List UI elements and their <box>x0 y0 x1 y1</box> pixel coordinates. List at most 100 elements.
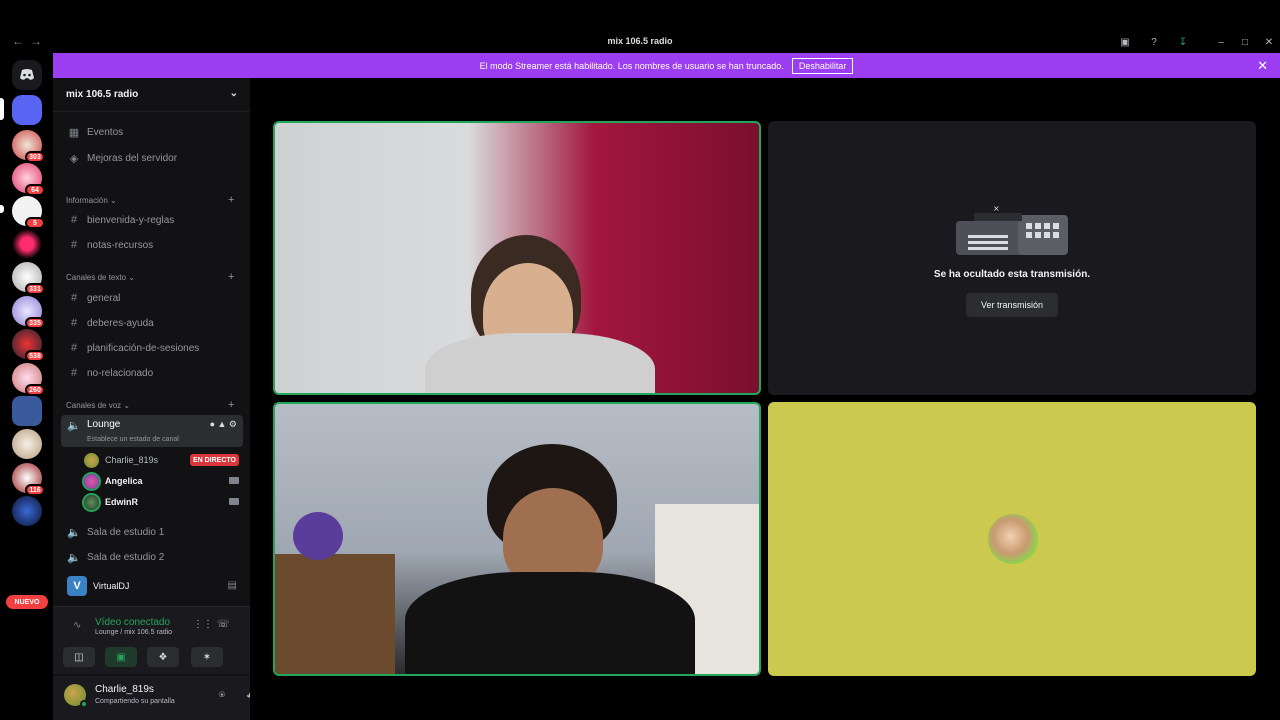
audio-tile-charlie[interactable] <box>768 402 1256 676</box>
voice-channel-sala-2[interactable]: 🔈 Sala de estudio 2 <box>61 546 243 568</box>
camera-icon <box>229 498 239 505</box>
streamer-mode-banner: El modo Streamer está habilitado. Los no… <box>53 53 1280 78</box>
disable-streamer-button[interactable]: Deshabilitar <box>791 57 854 74</box>
voice-channel-sala-1[interactable]: 🔈 Sala de estudio 1 <box>61 521 243 543</box>
voice-channel-lounge[interactable]: 🔈 Lounge ● ▲ ⚙ Establece un estado de ca… <box>61 415 243 447</box>
chevron-down-icon: ⌄ <box>229 88 238 99</box>
server-icon[interactable] <box>12 396 42 426</box>
channel-label: notas-recursos <box>87 239 154 251</box>
share-screen-icon: ▣ <box>116 651 126 663</box>
channel-actions[interactable]: ● ▲ ⚙ <box>210 419 237 430</box>
server-icon[interactable] <box>12 429 42 459</box>
add-channel-icon[interactable]: + <box>228 194 234 206</box>
signal-icon[interactable]: ∿ <box>73 620 81 631</box>
download-icon[interactable]: ↧ <box>1177 36 1189 48</box>
close-icon[interactable]: ✕ <box>1257 58 1268 74</box>
server-icon[interactable]: 538 <box>12 329 45 362</box>
server-rail: 303 64 5 331 335 538 260 116 NUEVO <box>0 53 53 720</box>
boost-icon: ◈ <box>69 152 79 165</box>
channel-label: deberes-ayuda <box>87 317 154 329</box>
voice-user-edwinr[interactable]: EdwinR <box>84 492 239 512</box>
voice-user-angelica[interactable]: Angelica <box>84 471 239 491</box>
video-tile-edwinr[interactable] <box>273 402 761 676</box>
close-window-icon[interactable]: ✕ <box>1263 36 1275 48</box>
server-icon[interactable] <box>12 496 42 526</box>
channel-deberes-ayuda[interactable]: # deberes-ayuda <box>61 312 243 334</box>
share-screen-button[interactable]: ▣ <box>105 647 137 667</box>
channel-sidebar: mix 106.5 radio ⌄ ▦ Eventos ◈ Mejoras de… <box>53 78 279 720</box>
channel-general[interactable]: # general <box>61 287 243 309</box>
server-icon[interactable]: 260 <box>12 363 45 396</box>
minimize-icon[interactable]: – <box>1215 36 1227 48</box>
server-icon[interactable]: 116 <box>12 463 45 496</box>
server-boosts-item[interactable]: ◈ Mejoras del servidor <box>61 147 243 169</box>
server-header[interactable]: mix 106.5 radio ⌄ <box>53 78 250 112</box>
activities-button[interactable]: ❖ <box>147 647 179 667</box>
voice-channel-label: Lounge <box>87 419 121 430</box>
server-boosts-label: Mejoras del servidor <box>87 152 178 164</box>
person-hoodie <box>425 333 655 393</box>
watch-stream-button[interactable]: Ver transmisión <box>966 293 1058 317</box>
calendar-icon: ▦ <box>68 126 80 139</box>
add-channel-icon[interactable]: + <box>228 399 234 411</box>
activity-panel[interactable]: V VirtualDJ ▤ <box>61 568 243 604</box>
server-icon[interactable]: 303 <box>12 130 45 163</box>
category-voice[interactable]: Canales de voz ⌄ <box>66 401 130 410</box>
unread-badge: 538 <box>25 350 45 362</box>
server-icon[interactable]: 5 <box>12 196 45 229</box>
category-info[interactable]: Información ⌄ <box>66 196 117 205</box>
events-item[interactable]: ▦ Eventos <box>61 121 243 143</box>
user-status: Compartiendo su pantalla <box>95 698 175 705</box>
add-channel-icon[interactable]: + <box>228 271 234 283</box>
server-icon[interactable] <box>12 229 42 259</box>
voice-status[interactable]: Vídeo conectado <box>95 617 170 628</box>
hash-icon: # <box>70 342 78 354</box>
hidden-stream-tile: × Se ha ocultado esta transmisión. Ver t… <box>768 121 1256 395</box>
category-text[interactable]: Canales de texto ⌄ <box>66 273 135 282</box>
hash-icon: # <box>70 317 78 329</box>
discord-home-icon[interactable] <box>12 60 42 90</box>
channel-notas-recursos[interactable]: # notas-recursos <box>61 234 243 256</box>
user-name[interactable]: Charlie_819s <box>95 684 154 695</box>
activities-icon: ❖ <box>158 651 168 663</box>
channel-label: general <box>87 292 121 304</box>
voice-user-charlie[interactable]: Charlie_819s EN DIRECTO <box>84 450 239 470</box>
server-icon[interactable]: 335 <box>12 296 45 329</box>
video-grid: × Se ha ocultado esta transmisión. Ver t… <box>250 78 1280 720</box>
avatar <box>84 452 99 468</box>
server-icon[interactable]: 331 <box>12 262 45 295</box>
maximize-icon[interactable]: □ <box>1239 36 1251 48</box>
noise-suppression-icon[interactable]: ⋮⋮ <box>193 619 213 630</box>
camera-off-button[interactable]: ◫ <box>63 647 95 667</box>
server-icon[interactable]: 64 <box>12 163 45 196</box>
hash-icon: # <box>70 239 78 251</box>
discord-window: ← → mix 106.5 radio ▣ ? ↧ – □ ✕ El modo … <box>0 0 1280 720</box>
voice-user-name: EdwinR <box>105 497 138 507</box>
channel-no-relacionado[interactable]: # no-relacionado <box>61 362 243 384</box>
camera-icon <box>229 477 239 484</box>
voice-connection-panel: ∿ Vídeo conectado Lounge / mix 106.5 rad… <box>53 606 250 674</box>
unread-badge: 303 <box>25 151 45 163</box>
channel-bienvenida-y-reglas[interactable]: # bienvenida-y-reglas <box>61 209 243 231</box>
server-icon[interactable] <box>12 95 42 125</box>
help-icon[interactable]: ? <box>1148 36 1160 48</box>
soundboard-icon: ✶ <box>202 651 212 663</box>
speaker-icon: 🔈 <box>67 420 81 432</box>
disconnect-icon[interactable]: ☏ <box>217 619 230 630</box>
avatar <box>84 494 99 510</box>
channel-planificacion-de-sesiones[interactable]: # planificación-de-sesiones <box>61 337 243 359</box>
microphone-icon[interactable]: ⍟ <box>215 688 229 702</box>
new-badge[interactable]: NUEVO <box>6 595 48 609</box>
voice-channel-label: Sala de estudio 2 <box>87 551 165 563</box>
screen-icon[interactable]: ▤ <box>228 580 237 591</box>
inbox-icon[interactable]: ▣ <box>1119 36 1131 48</box>
virtualdj-icon: V <box>67 576 87 596</box>
channel-label: bienvenida-y-reglas <box>87 214 175 226</box>
speaker-icon: 🔈 <box>67 526 81 539</box>
furniture <box>275 554 395 674</box>
channel-status-hint[interactable]: Establece un estado de canal <box>87 436 179 443</box>
voice-user-name: Charlie_819s <box>105 455 159 465</box>
voice-location: Lounge / mix 106.5 radio <box>95 629 173 636</box>
video-tile-angelica[interactable] <box>273 121 761 395</box>
soundboard-button[interactable]: ✶ <box>191 647 223 667</box>
